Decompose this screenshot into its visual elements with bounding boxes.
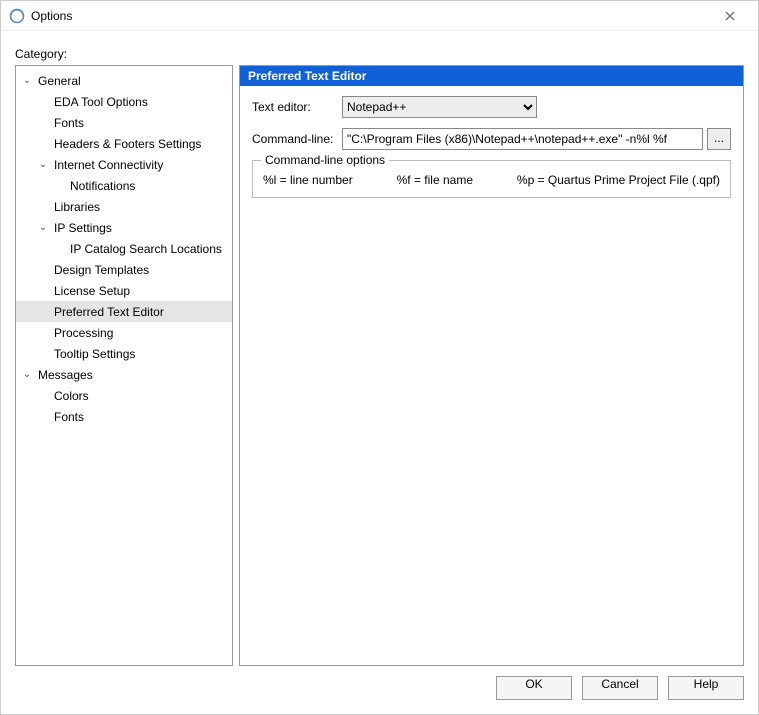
chevron-down-icon[interactable]: ⌄	[20, 369, 34, 380]
command-line-label: Command-line:	[252, 132, 342, 146]
category-tree[interactable]: ⌄GeneralEDA Tool OptionsFontsHeaders & F…	[15, 65, 233, 666]
browse-button[interactable]: ...	[707, 128, 731, 150]
tree-item-label: Headers & Footers Settings	[50, 137, 205, 151]
tree-item[interactable]: Notifications	[16, 175, 232, 196]
opt-line-number: %l = line number	[263, 173, 353, 187]
category-label: Category:	[15, 47, 744, 61]
chevron-down-icon[interactable]: ⌄	[36, 159, 50, 170]
help-button[interactable]: Help	[668, 676, 744, 700]
close-icon	[725, 11, 735, 21]
tree-item-label: Fonts	[50, 410, 88, 424]
tree-item-label: EDA Tool Options	[50, 95, 152, 109]
tree-item-label: Processing	[50, 326, 117, 340]
tree-item[interactable]: Design Templates	[16, 259, 232, 280]
tree-item[interactable]: Libraries	[16, 196, 232, 217]
tree-item-label: License Setup	[50, 284, 134, 298]
tree-item[interactable]: Fonts	[16, 112, 232, 133]
tree-item-label: Notifications	[66, 179, 139, 193]
tree-item-label: General	[34, 74, 85, 88]
tree-item-label: Design Templates	[50, 263, 153, 277]
tree-item[interactable]: Preferred Text Editor	[16, 301, 232, 322]
tree-item[interactable]: ⌄Internet Connectivity	[16, 154, 232, 175]
text-editor-label: Text editor:	[252, 100, 342, 114]
tree-item-label: Libraries	[50, 200, 104, 214]
opt-project-file: %p = Quartus Prime Project File (.qpf)	[517, 173, 720, 187]
titlebar: Options	[1, 1, 758, 31]
tree-item-label: IP Catalog Search Locations	[66, 242, 226, 256]
settings-panel: Preferred Text Editor Text editor: Notep…	[239, 65, 744, 666]
chevron-down-icon[interactable]: ⌄	[20, 75, 34, 86]
command-line-options-group: Command-line options %l = line number %f…	[252, 160, 731, 198]
tree-item-label: Messages	[34, 368, 97, 382]
tree-item[interactable]: License Setup	[16, 280, 232, 301]
tree-item[interactable]: Processing	[16, 322, 232, 343]
tree-item-label: Tooltip Settings	[50, 347, 139, 361]
command-line-options-legend: Command-line options	[261, 153, 389, 167]
cancel-button[interactable]: Cancel	[582, 676, 658, 700]
opt-file-name: %f = file name	[397, 173, 473, 187]
tree-item[interactable]: Fonts	[16, 406, 232, 427]
close-button[interactable]	[710, 8, 750, 24]
tree-item-label: IP Settings	[50, 221, 116, 235]
dialog-buttons: OK Cancel Help	[15, 666, 744, 700]
tree-item[interactable]: ⌄General	[16, 70, 232, 91]
tree-item[interactable]: Tooltip Settings	[16, 343, 232, 364]
chevron-down-icon[interactable]: ⌄	[36, 222, 50, 233]
window-title: Options	[31, 9, 710, 23]
tree-item[interactable]: EDA Tool Options	[16, 91, 232, 112]
panel-header: Preferred Text Editor	[240, 66, 743, 86]
tree-item-label: Internet Connectivity	[50, 158, 167, 172]
tree-item[interactable]: Headers & Footers Settings	[16, 133, 232, 154]
ok-button[interactable]: OK	[496, 676, 572, 700]
text-editor-select[interactable]: Notepad++	[342, 96, 537, 118]
app-icon	[9, 8, 25, 24]
tree-item[interactable]: ⌄IP Settings	[16, 217, 232, 238]
tree-item[interactable]: IP Catalog Search Locations	[16, 238, 232, 259]
command-line-input[interactable]	[342, 128, 703, 150]
tree-item[interactable]: Colors	[16, 385, 232, 406]
tree-item-label: Fonts	[50, 116, 88, 130]
tree-item-label: Colors	[50, 389, 93, 403]
tree-item-label: Preferred Text Editor	[50, 305, 168, 319]
tree-item[interactable]: ⌄Messages	[16, 364, 232, 385]
